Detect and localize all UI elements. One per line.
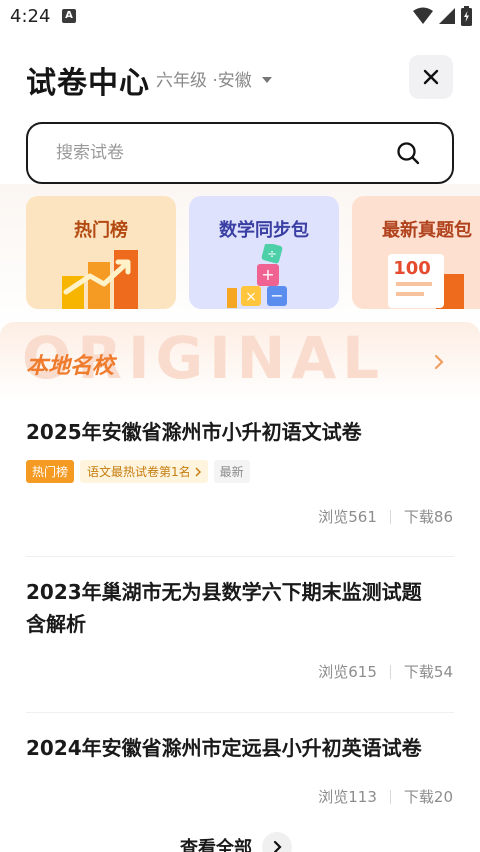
divider [26,712,454,713]
status-bar: 4:24 A [0,0,480,34]
card-hot-ranking[interactable]: 热门榜 [26,196,176,309]
close-icon [423,69,439,85]
svg-text:×: × [245,289,257,305]
stats-separator [389,789,391,804]
view-all-label: 查看全部 [180,838,252,852]
svg-text:100: 100 [393,258,431,279]
list-item[interactable]: 2023年巢湖市无为县数学六下期末监测试题 含解析 [26,576,454,640]
rank-tag[interactable]: 语文最热试卷第1名 [80,460,208,483]
wifi-icon [413,7,433,24]
views-count: 浏览561 [318,508,377,526]
rank-tag-label: 语文最热试卷第1名 [87,465,191,479]
list-item[interactable]: 2024年安徽省滁州市定远县小升初英语试卷 [26,732,454,764]
battery-charging-icon [461,6,472,26]
card-latest-exams[interactable]: 最新真题包 100 [352,196,480,309]
category-cards: 热门榜 数学同步包 × + ÷ − 最新真题包 100 [26,196,480,310]
score-100-icon: 100 [388,254,464,309]
card-label: 热门榜 [74,220,128,241]
downloads-count: 下载86 [403,508,453,526]
svg-text:−: − [270,286,283,305]
stats-separator [389,509,391,524]
card-label: 数学同步包 [219,220,309,241]
paper-stats: 浏览615 下载54 [318,661,453,682]
status-icons [413,6,472,26]
hot-tag: 热门榜 [26,460,75,483]
chevron-right-icon [195,466,201,477]
views-count: 浏览113 [318,788,377,806]
svg-text:÷: ÷ [267,247,277,261]
section-title: 本地名校 [26,354,115,379]
signal-icon [439,8,455,24]
page-header: 试卷中心 六年级 ·安徽 [0,34,480,124]
close-button[interactable] [409,55,453,99]
card-math-sync[interactable]: 数学同步包 × + ÷ − [189,196,339,309]
paper-stats: 浏览113 下载20 [318,786,453,807]
section-header[interactable]: ORIGINAL 本地名校 [0,322,480,402]
paper-title: 2024年安徽省滁州市定远县小升初英语试卷 [26,736,422,760]
paper-title: 2025年安徽省滁州市小升初语文试卷 [26,420,362,444]
trending-chart-icon [62,250,138,309]
view-all-button[interactable]: 查看全部 [180,832,292,852]
search-icon[interactable] [396,141,420,165]
caret-down-icon [261,76,272,83]
list-item[interactable]: 2025年安徽省滁州市小升初语文试卷 热门榜 语文最热试卷第1名 最新 [26,416,454,483]
chevron-right-icon [273,840,282,852]
divider [26,556,454,557]
region-label: 六年级 ·安徽 [156,71,252,91]
region-selector[interactable]: 六年级 ·安徽 [156,66,272,91]
search-bar[interactable] [26,122,454,184]
view-all-arrow[interactable] [262,832,292,852]
views-count: 浏览615 [318,663,377,681]
svg-text:+: + [261,265,274,284]
tag-row: 热门榜 语文最热试卷第1名 最新 [26,460,454,483]
page-title: 试卷中心 [26,66,150,101]
stats-separator [389,664,391,679]
chevron-right-icon[interactable] [434,354,444,370]
downloads-count: 下载20 [403,788,453,806]
search-input[interactable] [56,138,376,168]
math-blocks-icon: × + ÷ − [227,244,287,308]
downloads-count: 下载54 [403,663,453,681]
status-time: 4:24 [10,6,51,27]
notification-icon: A [62,9,76,23]
new-tag: 最新 [213,460,250,483]
card-label: 最新真题包 [382,220,472,241]
paper-title-line1: 2023年巢湖市无为县数学六下期末监测试题 [26,580,422,604]
paper-stats: 浏览561 下载86 [318,506,453,527]
paper-title-line2: 含解析 [26,612,86,636]
